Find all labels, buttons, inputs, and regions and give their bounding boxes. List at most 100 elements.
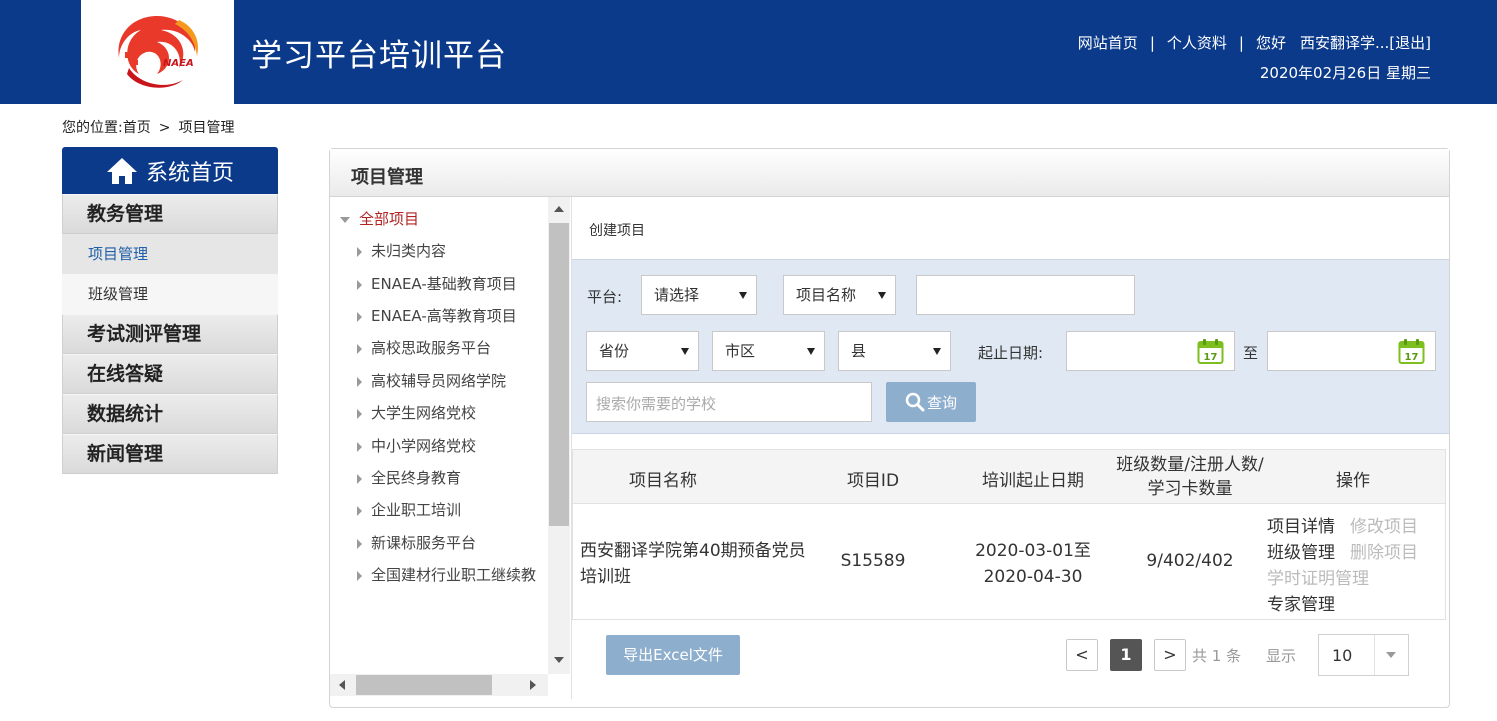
scroll-down-arrow-icon[interactable]: [554, 657, 564, 663]
logo[interactable]: NAEA: [81, 0, 234, 104]
collapse-icon: [357, 538, 362, 549]
city-select[interactable]: 市区: [712, 331, 825, 371]
project-content: 创建项目 平台: 请选择 项目名称 省份 市区 县 起止日期: 17 至 17 …: [572, 197, 1449, 707]
logout-link[interactable]: [退出]: [1389, 32, 1431, 53]
project-tree: 全部项目 未归类内容 ENAEA-基础教育项目 ENAEA-高等教育项目 高校思…: [330, 197, 572, 699]
date-to-label: 至: [1243, 344, 1259, 362]
tree-node-label: 新课标服务平台: [371, 534, 477, 552]
province-select-value: 省份: [599, 342, 630, 360]
tree-node[interactable]: 大学生网络党校: [357, 402, 476, 432]
create-project-link[interactable]: 创建项目: [589, 220, 645, 240]
scrollbar-thumb[interactable]: [549, 223, 569, 526]
tree-node-label: 中小学网络党校: [371, 437, 477, 455]
site-home-link[interactable]: 网站首页: [1078, 32, 1138, 53]
select-divider: [1374, 635, 1375, 675]
edit-project-link: 修改项目: [1350, 517, 1418, 537]
export-excel-button[interactable]: 导出Excel文件: [606, 635, 740, 675]
tree-node-label: 企业职工培训: [371, 501, 462, 519]
greeting-text: 您好: [1255, 34, 1286, 52]
class-management-link[interactable]: 班级管理: [1267, 538, 1335, 563]
platform-label: 平台:: [587, 288, 623, 306]
link-separator: |: [1238, 34, 1244, 52]
collapse-icon: [357, 279, 362, 290]
scroll-up-arrow-icon[interactable]: [554, 206, 564, 212]
tree-node[interactable]: 高校辅导员网络学院: [357, 370, 506, 400]
breadcrumb-arrow: >: [158, 120, 171, 136]
svg-text:17: 17: [1405, 352, 1419, 363]
system-home-label: 系统首页: [145, 160, 234, 186]
project-name-input[interactable]: [916, 275, 1135, 315]
collapse-icon: [357, 376, 362, 387]
system-home-button[interactable]: 系统首页: [62, 147, 278, 194]
filter-area: 平台: 请选择 项目名称 省份 市区 县 起止日期: 17 至 17 搜索你需要…: [572, 259, 1449, 434]
tree-node-label: 全民终身教育: [371, 469, 462, 487]
calendar-icon[interactable]: 17: [1197, 338, 1224, 365]
profile-link[interactable]: 个人资料: [1167, 32, 1227, 53]
next-page-button[interactable]: >: [1154, 639, 1186, 671]
dropdown-arrow-icon: [1386, 652, 1396, 658]
sidebar-item-project-management[interactable]: 项目管理: [62, 234, 278, 274]
tree-root[interactable]: 全部项目: [340, 208, 419, 238]
tree-node[interactable]: 中小学网络党校: [357, 435, 476, 465]
collapse-icon: [357, 343, 362, 354]
tree-node[interactable]: 企业职工培训: [357, 499, 461, 529]
expand-icon: [340, 216, 350, 223]
sidebar-section-academic[interactable]: 教务管理: [62, 194, 278, 234]
collapse-icon: [357, 441, 362, 452]
panel-title: 项目管理: [330, 149, 1449, 197]
tree-vertical-scrollbar[interactable]: [548, 197, 570, 674]
current-page-button[interactable]: 1: [1110, 639, 1142, 671]
platform-select[interactable]: 请选择: [641, 275, 757, 315]
sidebar-item-class-management[interactable]: 班级管理: [62, 274, 278, 314]
breadcrumb-home-link[interactable]: 首页: [123, 117, 151, 137]
tree-horizontal-scrollbar[interactable]: [330, 674, 548, 696]
sidebar-section-qa[interactable]: 在线答疑: [62, 354, 278, 394]
prev-page-button[interactable]: <: [1066, 639, 1098, 671]
scrollbar-thumb[interactable]: [356, 675, 492, 695]
tree-node[interactable]: 未归类内容: [357, 240, 446, 270]
project-table: 项目名称 项目ID 培训起止日期 班级数量/注册人数/学习卡数量 操作 西安翻译…: [572, 449, 1446, 620]
svg-text:17: 17: [1204, 352, 1218, 363]
calendar-icon[interactable]: 17: [1398, 338, 1425, 365]
tree-node[interactable]: 新课标服务平台: [357, 532, 476, 562]
tree-node-label: 未归类内容: [371, 242, 447, 260]
collapse-icon: [357, 246, 362, 257]
tree-node-label: 大学生网络党校: [371, 404, 477, 422]
expert-management-link[interactable]: 专家管理: [1267, 590, 1335, 615]
tree-node-label: ENAEA-高等教育项目: [371, 307, 517, 325]
sidebar-section-statistics[interactable]: 数据统计: [62, 394, 278, 434]
scroll-left-arrow-icon[interactable]: [339, 680, 345, 690]
dropdown-arrow-icon: [807, 348, 815, 355]
search-field-select[interactable]: 项目名称: [783, 275, 896, 315]
county-select[interactable]: 县: [838, 331, 951, 371]
date-range-label: 起止日期:: [978, 344, 1044, 362]
page-size-select[interactable]: 10: [1318, 634, 1409, 676]
school-search-input[interactable]: 搜索你需要的学校: [586, 382, 872, 422]
sidebar-section-exam[interactable]: 考试测评管理: [62, 314, 278, 354]
school-search-placeholder: 搜索你需要的学校: [596, 395, 717, 413]
project-detail-link[interactable]: 项目详情: [1267, 512, 1335, 537]
start-date-input[interactable]: 17: [1066, 331, 1235, 371]
tree-node[interactable]: 全民终身教育: [357, 467, 461, 497]
tree-node[interactable]: 高校思政服务平台: [357, 337, 491, 367]
query-button[interactable]: 查询: [886, 382, 976, 422]
search-field-value: 项目名称: [796, 286, 857, 304]
tree-node[interactable]: ENAEA-基础教育项目: [357, 273, 517, 303]
tree-node[interactable]: ENAEA-高等教育项目: [357, 305, 517, 335]
home-icon: [106, 157, 137, 184]
sidebar-section-news[interactable]: 新闻管理: [62, 434, 278, 474]
current-date: 2020年02月26日 星期三: [1259, 64, 1431, 82]
page-size-value: 10: [1332, 646, 1353, 665]
query-button-label: 查询: [926, 393, 957, 412]
column-header-name: 项目名称: [629, 471, 697, 491]
top-links: 网站首页 | 个人资料 | 您好 西安翻译学...[退出]: [1078, 32, 1431, 53]
breadcrumb-current: 项目管理: [178, 120, 235, 136]
tree-node-label: 高校辅导员网络学院: [371, 372, 507, 390]
column-header-dates: 培训起止日期: [982, 471, 1084, 491]
column-header-counts: 班级数量/注册人数/学习卡数量: [1116, 455, 1264, 499]
collapse-icon: [357, 505, 362, 516]
end-date-input[interactable]: 17: [1267, 331, 1436, 371]
province-select[interactable]: 省份: [586, 331, 699, 371]
tree-node[interactable]: 全国建材行业职工继续教: [357, 564, 536, 594]
scroll-right-arrow-icon[interactable]: [530, 680, 536, 690]
